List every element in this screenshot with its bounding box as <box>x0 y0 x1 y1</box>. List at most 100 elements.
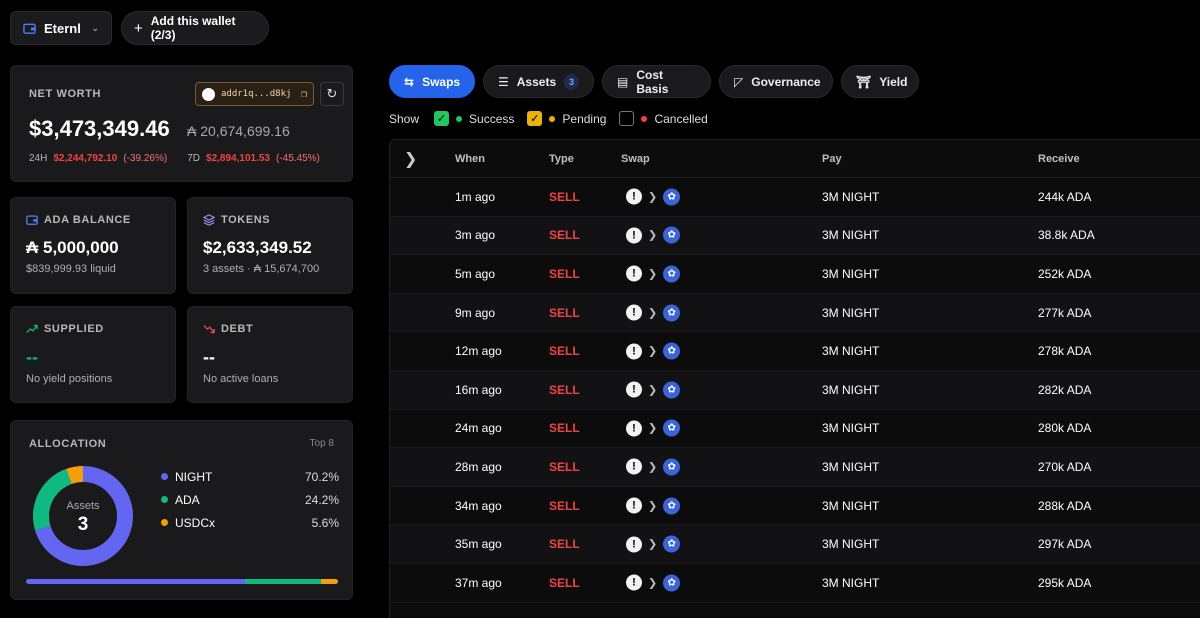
supplied-label: SUPPLIED <box>44 323 104 335</box>
address-text: addr1q...d8kj <box>221 89 292 99</box>
when-cell: 3m ago <box>455 228 496 243</box>
filter-label: Pending <box>562 111 607 126</box>
tokens-value: $2,633,349.52 <box>203 238 312 257</box>
bank-icon: ⛩ <box>856 74 872 89</box>
tab-swaps[interactable]: ⇆ Swaps <box>389 65 475 98</box>
refresh-button[interactable]: ↻ <box>320 82 344 106</box>
col-when[interactable]: When <box>455 153 485 165</box>
pending-checkbox[interactable]: ✓ <box>527 111 543 126</box>
ada-token-icon: ✿ <box>663 497 681 515</box>
net-worth-ada: ₳ 20,674,699.16 <box>187 123 290 139</box>
wallet-selector[interactable]: Eternl ⌄ <box>10 11 112 45</box>
col-pay[interactable]: Pay <box>822 153 842 165</box>
chevron-right-icon: ❯ <box>648 307 658 320</box>
supplied-value: -- <box>26 347 38 367</box>
table-row[interactable]: 35m ago SELL! ❯ ✿ 3M NIGHT 297k ADA <box>390 525 1200 564</box>
tokens-label: TOKENS <box>221 214 271 226</box>
ada-token-icon: ✿ <box>663 342 681 360</box>
supplied-card: SUPPLIED -- No yield positions <box>10 306 176 403</box>
table-row[interactable]: 34m ago SELL! ❯ ✿ 3M NIGHT 288k ADA <box>390 487 1200 526</box>
cancelled-checkbox[interactable] <box>619 111 635 126</box>
night-token-icon: ! <box>626 265 642 282</box>
table-row[interactable]: 37m ago SELL! ❯ ✿ 3M NIGHT 295k ADA <box>390 564 1200 603</box>
receive-cell: 244k ADA <box>1038 189 1092 204</box>
tab-governance[interactable]: ◸ Governance <box>719 65 833 98</box>
address-chip[interactable]: addr1q...d8kj ❐ <box>195 82 314 106</box>
receive-cell: 288k ADA <box>1038 498 1092 513</box>
debt-card: DEBT -- No active loans <box>187 306 353 403</box>
swap-cell: ! ❯ ✿ <box>626 497 681 515</box>
swap-cell: ! ❯ ✿ <box>626 419 681 437</box>
wallet-icon <box>26 215 38 225</box>
table-row[interactable]: 9m ago SELL! ❯ ✿ 3M NIGHT 277k ADA <box>390 293 1200 333</box>
col-receive[interactable]: Receive <box>1038 153 1080 165</box>
change-24h-value: $2,244,792.10 <box>53 153 118 164</box>
table-header: ❯ When Type Swap Pay Receive <box>390 140 1200 178</box>
net-worth-value: $3,473,349.46 <box>29 116 170 141</box>
ada-balance-label: ADA BALANCE <box>44 214 131 226</box>
tab-assets[interactable]: ☰ Assets 3 <box>483 65 594 98</box>
tab-badge: 3 <box>564 73 579 90</box>
swap-cell: ! ❯ ✿ <box>626 381 681 399</box>
pay-cell: 3M NIGHT <box>822 266 880 281</box>
ada-token-icon: ✿ <box>663 419 681 437</box>
chevron-right-icon: ❯ <box>648 577 658 590</box>
tab-yield[interactable]: ⛩ Yield <box>841 65 919 98</box>
net-worth-changes: 24H $2,244,792.10 (-39.26%) 7D $2,894,10… <box>29 153 320 164</box>
tab-cost-basis[interactable]: ▤ Cost Basis <box>602 65 711 98</box>
receive-cell: 282k ADA <box>1038 382 1092 397</box>
receive-cell: 280k ADA <box>1038 421 1092 436</box>
table-row[interactable]: 1m ago SELL! ❯ ✿ 3M NIGHT 244k ADA <box>390 178 1200 217</box>
filter-cancelled[interactable]: Cancelled <box>619 111 708 126</box>
legend-item: ADA 24.2% <box>161 488 339 511</box>
col-swap[interactable]: Swap <box>621 153 650 165</box>
type-cell: SELL <box>549 537 580 552</box>
trending-down-icon <box>203 325 215 334</box>
allocation-legend: NIGHT 70.2% ADA 24.2% USDCx 5.6% <box>161 465 339 534</box>
when-cell: 34m ago <box>455 498 502 513</box>
ada-token-icon: ✿ <box>663 535 681 553</box>
donut-center-value: 3 <box>77 514 89 535</box>
filter-pending[interactable]: ✓ Pending <box>527 111 606 126</box>
plus-icon: + <box>134 19 143 37</box>
type-cell: SELL <box>549 305 580 320</box>
supplied-sub: No yield positions <box>26 373 113 385</box>
table-row[interactable]: 3m ago SELL! ❯ ✿ 3M NIGHT 38.8k ADA <box>390 216 1200 256</box>
night-token-icon: ! <box>626 304 642 321</box>
night-token-icon: ! <box>626 458 642 475</box>
night-token-icon: ! <box>626 574 642 591</box>
tab-label: Swaps <box>422 74 461 89</box>
chevron-right-icon[interactable]: ❯ <box>404 149 417 169</box>
table-row[interactable]: 5m ago SELL! ❯ ✿ 3M NIGHT 252k ADA <box>390 255 1200 294</box>
when-cell: 35m ago <box>455 537 502 552</box>
status-filters: Show ✓ Success ✓ Pending Cancelled <box>389 111 714 126</box>
legend-pct: 24.2% <box>304 492 339 507</box>
table-row[interactable]: 16m ago SELL! ❯ ✿ 3M NIGHT 282k ADA <box>390 370 1200 410</box>
tab-label: Cost Basis <box>636 67 669 96</box>
supplied-header: SUPPLIED <box>26 323 160 335</box>
ada-token-icon: ✿ <box>663 304 681 322</box>
swap-cell: ! ❯ ✿ <box>626 304 681 322</box>
chevron-right-icon: ❯ <box>648 229 658 242</box>
table-body: 1m ago SELL! ❯ ✿ 3M NIGHT 244k ADA 3m ago SELL!… <box>390 178 1200 603</box>
legend-dot <box>161 519 168 526</box>
swap-cell: ! ❯ ✿ <box>626 342 681 360</box>
add-wallet-button[interactable]: + Add this wallet (2/3) <box>121 11 269 45</box>
table-row[interactable]: 28m ago SELL! ❯ ✿ 3M NIGHT 270k ADA <box>390 448 1200 487</box>
col-type[interactable]: Type <box>549 153 574 165</box>
add-wallet-label: Add this wallet (2/3) <box>150 14 236 42</box>
table-row[interactable]: 12m ago SELL! ❯ ✿ 3M NIGHT 278k ADA <box>390 332 1200 371</box>
swaps-table: ❯ When Type Swap Pay Receive 1m ago SELL!… <box>389 139 1200 618</box>
swap-cell: ! ❯ ✿ <box>626 574 681 592</box>
when-cell: 28m ago <box>455 459 502 474</box>
success-checkbox[interactable]: ✓ <box>434 111 450 126</box>
pay-cell: 3M NIGHT <box>822 498 880 513</box>
chevron-right-icon: ❯ <box>648 538 658 551</box>
receive-cell: 270k ADA <box>1038 459 1092 474</box>
pay-cell: 3M NIGHT <box>822 382 880 397</box>
copy-icon[interactable]: ❐ <box>301 89 307 100</box>
filter-success[interactable]: ✓ Success <box>434 111 514 126</box>
table-row[interactable]: 24m ago SELL! ❯ ✿ 3M NIGHT 280k ADA <box>390 410 1200 449</box>
pay-cell: 3M NIGHT <box>822 537 880 552</box>
allocation-bar-segment-night <box>26 579 246 584</box>
